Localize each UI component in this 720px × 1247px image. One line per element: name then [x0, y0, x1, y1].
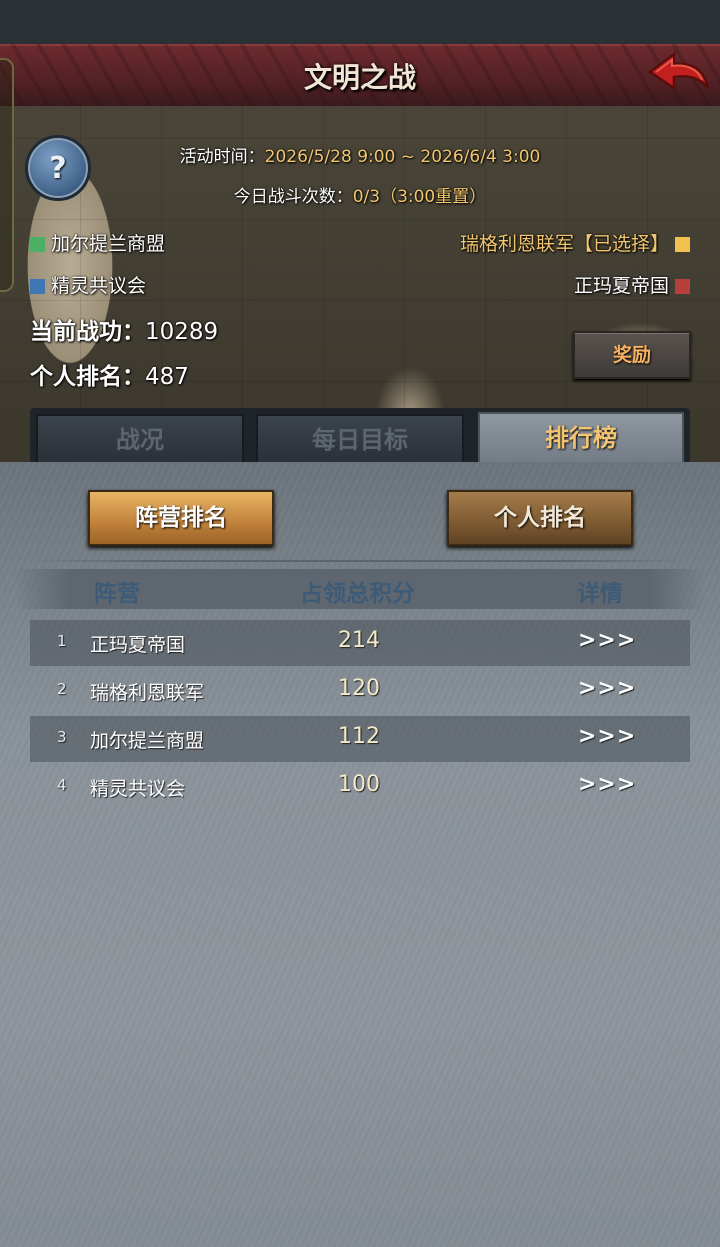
legend-square-icon [675, 279, 690, 294]
table-row: 3 加尔提兰商盟 112 >>> [30, 716, 690, 762]
faction-legend-elf: 精灵共议会 [30, 271, 146, 298]
column-header-detail: 详情 [577, 581, 623, 607]
rank-value: 487 [145, 364, 189, 390]
faction-name: 正玛夏帝国 [90, 634, 186, 656]
personal-rank-button[interactable]: 个人排名 [447, 490, 633, 546]
daily-battles-label: 今日战斗次数： [233, 187, 353, 207]
faction-legend-label: 正玛夏帝国 [573, 275, 669, 297]
tab-battle-status[interactable]: 战况 [36, 414, 244, 466]
faction-rank-button[interactable]: 阵营排名 [88, 490, 274, 546]
status-bar [0, 0, 720, 44]
event-time-label: 活动时间： [179, 147, 265, 167]
detail-link[interactable]: >>> [578, 628, 636, 653]
title-bar: 文明之战 [0, 44, 720, 108]
rank-number: 2 [57, 680, 67, 698]
tab-bar: 战况 每日目标 排行榜 [30, 408, 690, 472]
faction-score: 214 [338, 628, 380, 653]
faction-legend-zhengma: 正玛夏帝国 [574, 271, 690, 298]
back-button[interactable] [646, 50, 712, 98]
detail-link[interactable]: >>> [578, 772, 636, 797]
table-row: 2 瑞格利恩联军 120 >>> [30, 668, 690, 714]
side-panel-handle[interactable] [0, 58, 14, 292]
faction-legend-regelion: 瑞格利恩联军【已选择】 [460, 229, 690, 256]
faction-score: 112 [338, 724, 380, 749]
divider [30, 560, 690, 562]
tab-daily-goals[interactable]: 每日目标 [256, 414, 464, 466]
reward-button[interactable]: 奖励 [573, 331, 691, 379]
faction-score: 100 [338, 772, 380, 797]
daily-battles: 今日战斗次数：0/3（3:00重置） [0, 182, 720, 207]
faction-score: 120 [338, 676, 380, 701]
faction-legend-label: 精灵共议会 [51, 275, 147, 297]
legend-square-icon [675, 237, 690, 252]
event-time-value: 2026/5/28 9:00 ~ 2026/6/4 3:00 [264, 147, 541, 167]
current-merit: 当前战功：10289 [30, 312, 218, 346]
table-row: 1 正玛夏帝国 214 >>> [30, 620, 690, 666]
faction-name: 精灵共议会 [90, 778, 186, 800]
rank-number: 1 [57, 632, 67, 650]
legend-square-icon [30, 237, 45, 252]
faction-name: 瑞格利恩联军 [90, 682, 205, 704]
legend-square-icon [30, 279, 45, 294]
detail-link[interactable]: >>> [578, 676, 636, 701]
merit-label: 当前战功： [30, 319, 145, 345]
faction-legend-label: 加尔提兰商盟 [51, 233, 166, 255]
column-header-faction: 阵营 [94, 581, 140, 607]
rank-label: 个人排名： [30, 364, 145, 390]
faction-legend-galtiran: 加尔提兰商盟 [30, 229, 165, 256]
daily-battles-value: 0/3（3:00重置） [352, 187, 487, 207]
faction-legend-label: 瑞格利恩联军【已选择】 [459, 233, 669, 255]
back-arrow-icon [647, 51, 710, 91]
column-header-score: 占领总积分 [300, 581, 415, 607]
table-row: 4 精灵共议会 100 >>> [30, 764, 690, 810]
merit-value: 10289 [145, 319, 219, 345]
faction-name: 加尔提兰商盟 [90, 730, 205, 752]
page-title: 文明之战 [303, 61, 416, 94]
detail-link[interactable]: >>> [578, 724, 636, 749]
personal-rank: 个人排名：487 [30, 357, 189, 391]
rank-number: 3 [57, 728, 67, 746]
rank-number: 4 [57, 776, 67, 794]
event-time: 活动时间：2026/5/28 9:00 ~ 2026/6/4 3:00 [0, 142, 720, 167]
